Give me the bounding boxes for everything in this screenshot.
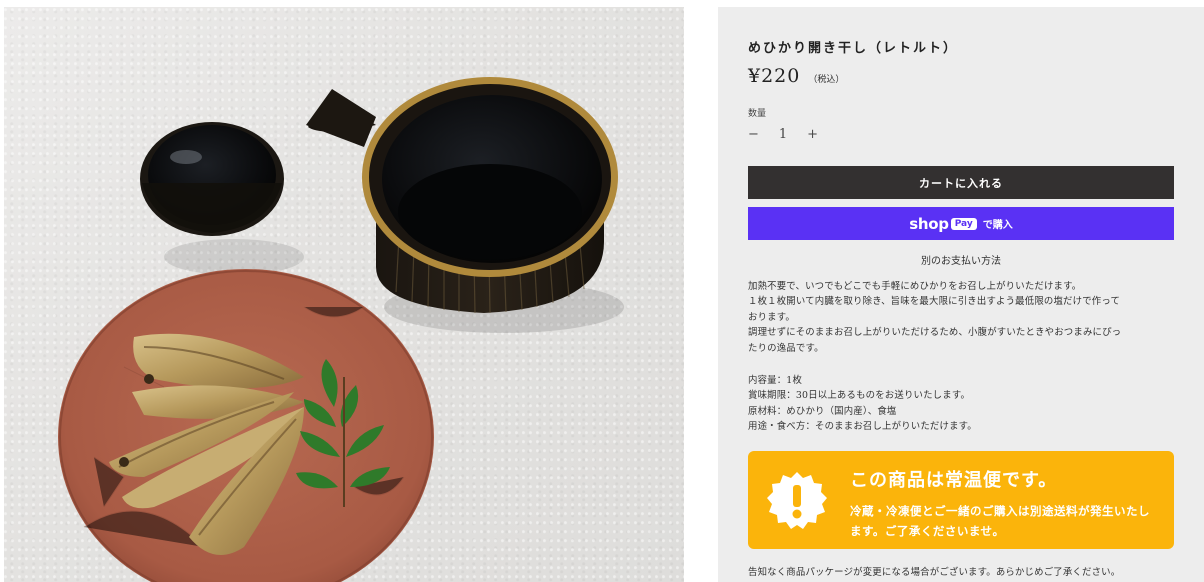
description-line: １枚１枚開いて内臓を取り除き、旨味を最大限に引き出すよう最低限の塩だけで作って [748, 296, 1121, 308]
product-photo [4, 7, 684, 582]
other-payment-link[interactable]: 別のお支払い方法 [718, 252, 1204, 267]
spec-line: 原材料：めひかり（国内産）、食塩 [748, 405, 897, 417]
description-line: 加熱不要で、いつでもどこでも手軽にめひかりをお召し上がりいただけます。 [748, 281, 1082, 292]
quantity-label: 数量 [748, 109, 767, 119]
shipping-notice-banner: この商品は常温便です。 冷蔵・冷凍便とご一緒のご購入は別途送料が発生いたします。… [748, 451, 1174, 549]
shop-pay-buy-label: で購入 [982, 220, 1013, 231]
product-title: めひかり開き干し（レトルト） [748, 41, 959, 56]
product-specs: 内容量：1枚 賞味期限：30日以上あるものをお送りいたします。 原材料：めひかり… [748, 373, 1178, 435]
quantity-minus-button[interactable]: − [748, 127, 759, 142]
shop-pay-logo-text: shop [909, 214, 949, 233]
notice-title: この商品は常温便です。 [850, 470, 1058, 491]
spec-line: 内容量：1枚 [748, 375, 803, 386]
exclamation-badge-icon [767, 472, 827, 529]
shop-pay-button[interactable]: shop Pay で購入 [748, 207, 1174, 240]
notice-body: 冷蔵・冷凍便とご一緒のご購入は別途送料が発生いたします。ご了承くださいませ。 [850, 504, 1150, 538]
product-info-panel: めひかり開き干し（レトルト） ¥220 （税込） 数量 − 1 + カートに入れ… [718, 7, 1204, 582]
quantity-plus-button[interactable]: + [807, 127, 818, 142]
shop-pay-badge: Pay [950, 217, 977, 230]
product-price: ¥220 [748, 65, 801, 87]
tax-note: （税込） [808, 75, 845, 85]
product-photo-illustration [58, 77, 624, 582]
description-line: 調理せずにそのままお召し上がりいただけるため、小腹がすいたときやおつまみにぴっ [748, 327, 1122, 339]
price-row: ¥220 （税込） [748, 65, 844, 87]
quantity-stepper: − 1 + [748, 127, 818, 142]
description-line: おります。 [748, 311, 795, 323]
spec-line: 賞味期限：30日以上あるものをお送りいたします。 [748, 390, 971, 402]
package-change-note: 告知なく商品パッケージが変更になる場合がございます。あらかじめご了承ください。 [748, 567, 1121, 578]
quantity-value-input[interactable]: 1 [779, 127, 787, 142]
description-line: たりの逸品です。 [748, 342, 824, 354]
spec-line: 用途・食べ方：そのままお召し上がりいただけます。 [748, 421, 977, 433]
product-description: 加熱不要で、いつでもどこでも手軽にめひかりをお召し上がりいただけます。 １枚１枚… [748, 279, 1178, 356]
add-to-cart-button[interactable]: カートに入れる [748, 166, 1174, 199]
